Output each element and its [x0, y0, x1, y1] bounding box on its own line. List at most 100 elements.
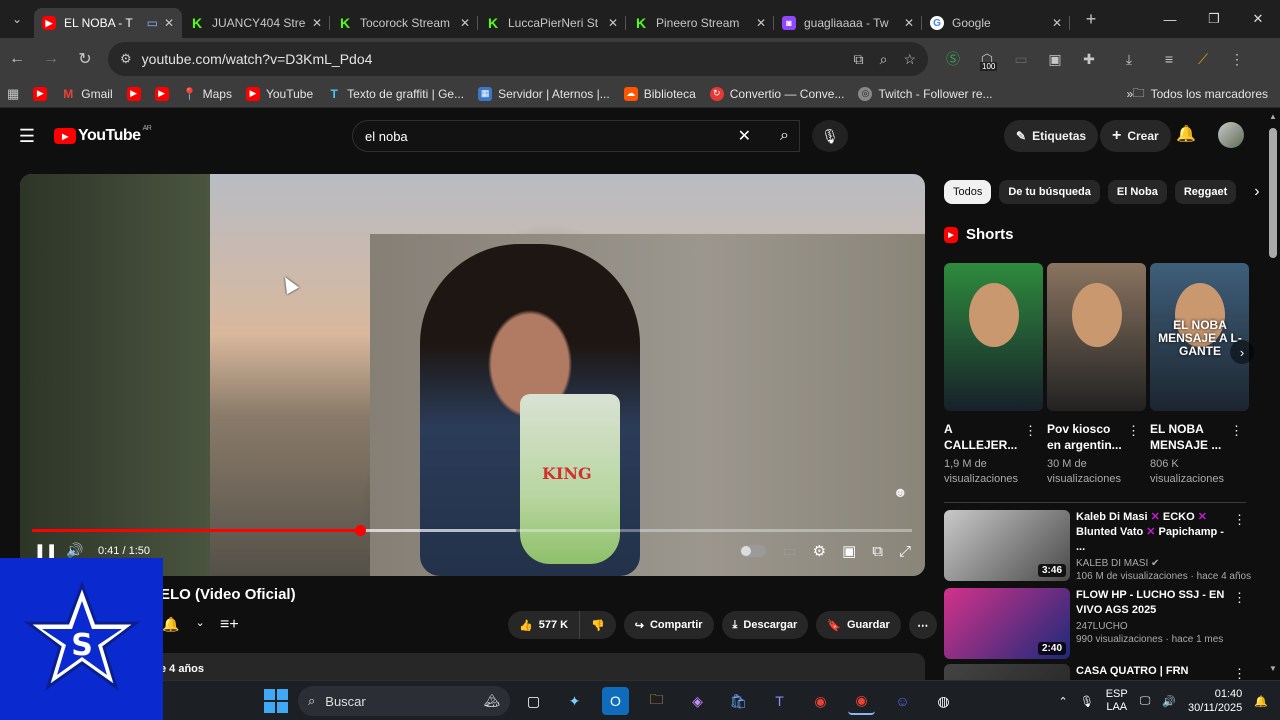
install-app-icon[interactable]: ⧉ [854, 51, 864, 68]
fullscreen-icon[interactable]: ⤢ [899, 543, 911, 560]
forward-button[interactable]: → [34, 42, 68, 76]
playlist-add-icon[interactable]: ≡+ [220, 616, 239, 634]
pause-icon[interactable]: ❚❚ [34, 542, 57, 559]
seek-knob[interactable] [355, 525, 367, 536]
tab-5[interactable]: ◙ guagliaaaa - Tw ✕ [774, 8, 922, 38]
tab-3[interactable]: K LuccaPierNeri St ✕ [478, 8, 626, 38]
discord-icon[interactable]: ☺ [889, 687, 916, 715]
close-tab-icon[interactable]: ✕ [608, 16, 618, 30]
minimize-button[interactable]: — [1148, 0, 1192, 38]
bookmark-6[interactable]: T Texto de graffiti | Ge... [320, 80, 471, 108]
bookmark-4[interactable]: 📍 Maps [176, 80, 239, 108]
chrome-menu-icon[interactable]: ⋮ [1220, 42, 1254, 76]
downloads-icon[interactable]: ⤓ [1112, 42, 1146, 76]
more-actions-button[interactable]: ⋯ [908, 611, 937, 639]
recommendation-menu-icon[interactable]: ⋮ [1233, 666, 1246, 680]
page-scrollbar[interactable]: ▲ ▼ [1266, 108, 1280, 680]
taskbar-search[interactable]: ⌕ Buscar 🏔 [298, 686, 510, 716]
share-button[interactable]: ↪ Compartir [623, 611, 714, 639]
extension-s-icon[interactable]: Ⓢ [936, 42, 970, 76]
dislike-button[interactable]: 👎 [579, 611, 616, 639]
subtitles-icon[interactable]: ▭ [782, 542, 796, 560]
short-thumbnail[interactable] [944, 263, 1043, 411]
new-tab-button[interactable]: + [1076, 9, 1106, 30]
site-info-icon[interactable]: ⚙ [120, 51, 132, 67]
short-menu-icon[interactable]: ⋮ [1230, 423, 1243, 439]
search-input[interactable]: el noba ✕ ⌕ [352, 120, 800, 152]
language-indicator[interactable]: ESP LAA [1106, 688, 1128, 714]
recommendation-menu-icon[interactable]: ⋮ [1233, 590, 1246, 606]
outlook-icon[interactable]: O [602, 687, 629, 715]
start-button[interactable] [264, 689, 288, 713]
chip-2[interactable]: El Noba [1107, 180, 1167, 204]
close-window-button[interactable]: ✕ [1236, 0, 1280, 38]
bookmark-8[interactable]: ☁ Biblioteca [617, 80, 703, 108]
zoom-icon[interactable]: ⌕ [880, 51, 888, 68]
chip-0[interactable]: Todos [944, 180, 992, 204]
tab-0[interactable]: ▶ EL NOBA - T ▭ ✕ [34, 8, 182, 38]
close-tab-icon[interactable]: ✕ [460, 16, 470, 30]
media-controls-icon[interactable]: ≡ [1152, 42, 1186, 76]
recommendation-thumbnail[interactable]: 3:46 [944, 510, 1070, 581]
bookmark-2[interactable]: ▶ [120, 80, 148, 108]
extension-counter-icon[interactable]: ⬡ 100 [970, 42, 1004, 76]
shorts-next-icon[interactable]: › [1230, 340, 1254, 364]
search-icon[interactable]: ⌕ [780, 127, 789, 145]
bookmark-10[interactable]: ◎ Twitch - Follower re... [851, 80, 999, 108]
settings-gear-icon[interactable]: ⚙ [813, 542, 826, 560]
tab-4[interactable]: K Pineero Stream ✕ [626, 8, 774, 38]
bookmark-1[interactable]: M Gmail [54, 80, 119, 108]
recommendation-item[interactable]: CASA QUATRO | FRN ⋮ [944, 664, 1250, 680]
short-item[interactable]: EL NOBA MENSAJE A L-GANTE EL NOBA MENSAJE… [1150, 263, 1251, 487]
copilot-icon[interactable]: ✦ [561, 687, 588, 715]
short-menu-icon[interactable]: ⋮ [1127, 423, 1140, 439]
bookmark-0[interactable]: ▶ [26, 80, 54, 108]
reload-button[interactable]: ↻ [68, 42, 102, 76]
store-icon[interactable]: 🛍 [725, 687, 752, 715]
download-button[interactable]: ⤓ Descargar [721, 611, 809, 639]
avatar[interactable] [1218, 122, 1244, 148]
microphone-icon[interactable]: 🎙 [1080, 695, 1094, 708]
bookmark-star-icon[interactable]: ☆ [903, 51, 916, 68]
close-tab-icon[interactable]: ✕ [904, 16, 914, 30]
extension-disabled-icon[interactable]: ▭ [1004, 42, 1038, 76]
volume-icon[interactable]: 🔊 [66, 542, 84, 559]
file-explorer-icon[interactable]: 🗀 [643, 687, 670, 715]
profile-stripe-icon[interactable]: ⟋ [1186, 42, 1220, 76]
recommendation-thumbnail[interactable]: 2:40 [944, 588, 1070, 659]
seek-bar[interactable] [32, 525, 912, 536]
all-bookmarks[interactable]: 🗀 Todos los marcadores [1133, 80, 1268, 108]
extensions-puzzle-icon[interactable]: ✚ [1072, 42, 1106, 76]
obs-icon[interactable]: ◍ [930, 687, 957, 715]
tray-overflow-icon[interactable]: ⌃ [1059, 695, 1068, 708]
recommendation-thumbnail[interactable] [944, 664, 1070, 680]
tab-2[interactable]: K Tocorock Stream ✕ [330, 8, 478, 38]
guide-menu-icon[interactable]: ☰ [0, 126, 54, 147]
close-tab-icon[interactable]: ✕ [1052, 16, 1062, 30]
close-tab-icon[interactable]: ✕ [312, 16, 322, 30]
etiquetas-button[interactable]: ✎ Etiquetas [1004, 120, 1099, 152]
notifications-icon[interactable]: 🔔 [1176, 124, 1196, 144]
chip-3[interactable]: Reggaet [1174, 180, 1237, 204]
teams-icon[interactable]: T [766, 687, 793, 715]
recommendation-menu-icon[interactable]: ⋮ [1233, 512, 1246, 528]
close-tab-icon[interactable]: ✕ [756, 16, 766, 30]
video-player[interactable]: ☻ ❚❚ 🔊 0:41 / 1:50 ▭ ⚙ ▣ ⧉ ⤢ [20, 174, 925, 576]
apps-grid-icon[interactable]: ▦ [0, 80, 26, 108]
chrome-icon[interactable]: ◉ [807, 687, 834, 715]
clear-search-icon[interactable]: ✕ [738, 126, 751, 146]
scroll-down-icon[interactable]: ▼ [1269, 664, 1277, 673]
notification-preference[interactable]: 🔔 ⌄ [162, 616, 205, 633]
notification-bell-icon[interactable]: 🔔 [1254, 695, 1268, 708]
scroll-up-icon[interactable]: ▲ [1269, 112, 1277, 121]
bookmark-5[interactable]: ▶ YouTube [239, 80, 320, 108]
clock[interactable]: 01:40 30/11/2025 [1188, 687, 1242, 715]
recommendation-item[interactable]: 2:40 FLOW HP - LUCHO SSJ - EN VIVO AGS 20… [944, 588, 1250, 659]
task-view-icon[interactable]: ▢ [520, 687, 547, 715]
bookmark-3[interactable]: ▶ [148, 80, 176, 108]
short-menu-icon[interactable]: ⋮ [1024, 423, 1037, 439]
short-item[interactable]: Pov kiosco en argentin... 30 M de visuali… [1047, 263, 1148, 487]
short-item[interactable]: A CALLEJER... 1,9 M de visualizaciones ⋮ [944, 263, 1045, 487]
network-icon[interactable]: 🖵 [1140, 695, 1151, 708]
m365-icon[interactable]: ◈ [684, 687, 711, 715]
